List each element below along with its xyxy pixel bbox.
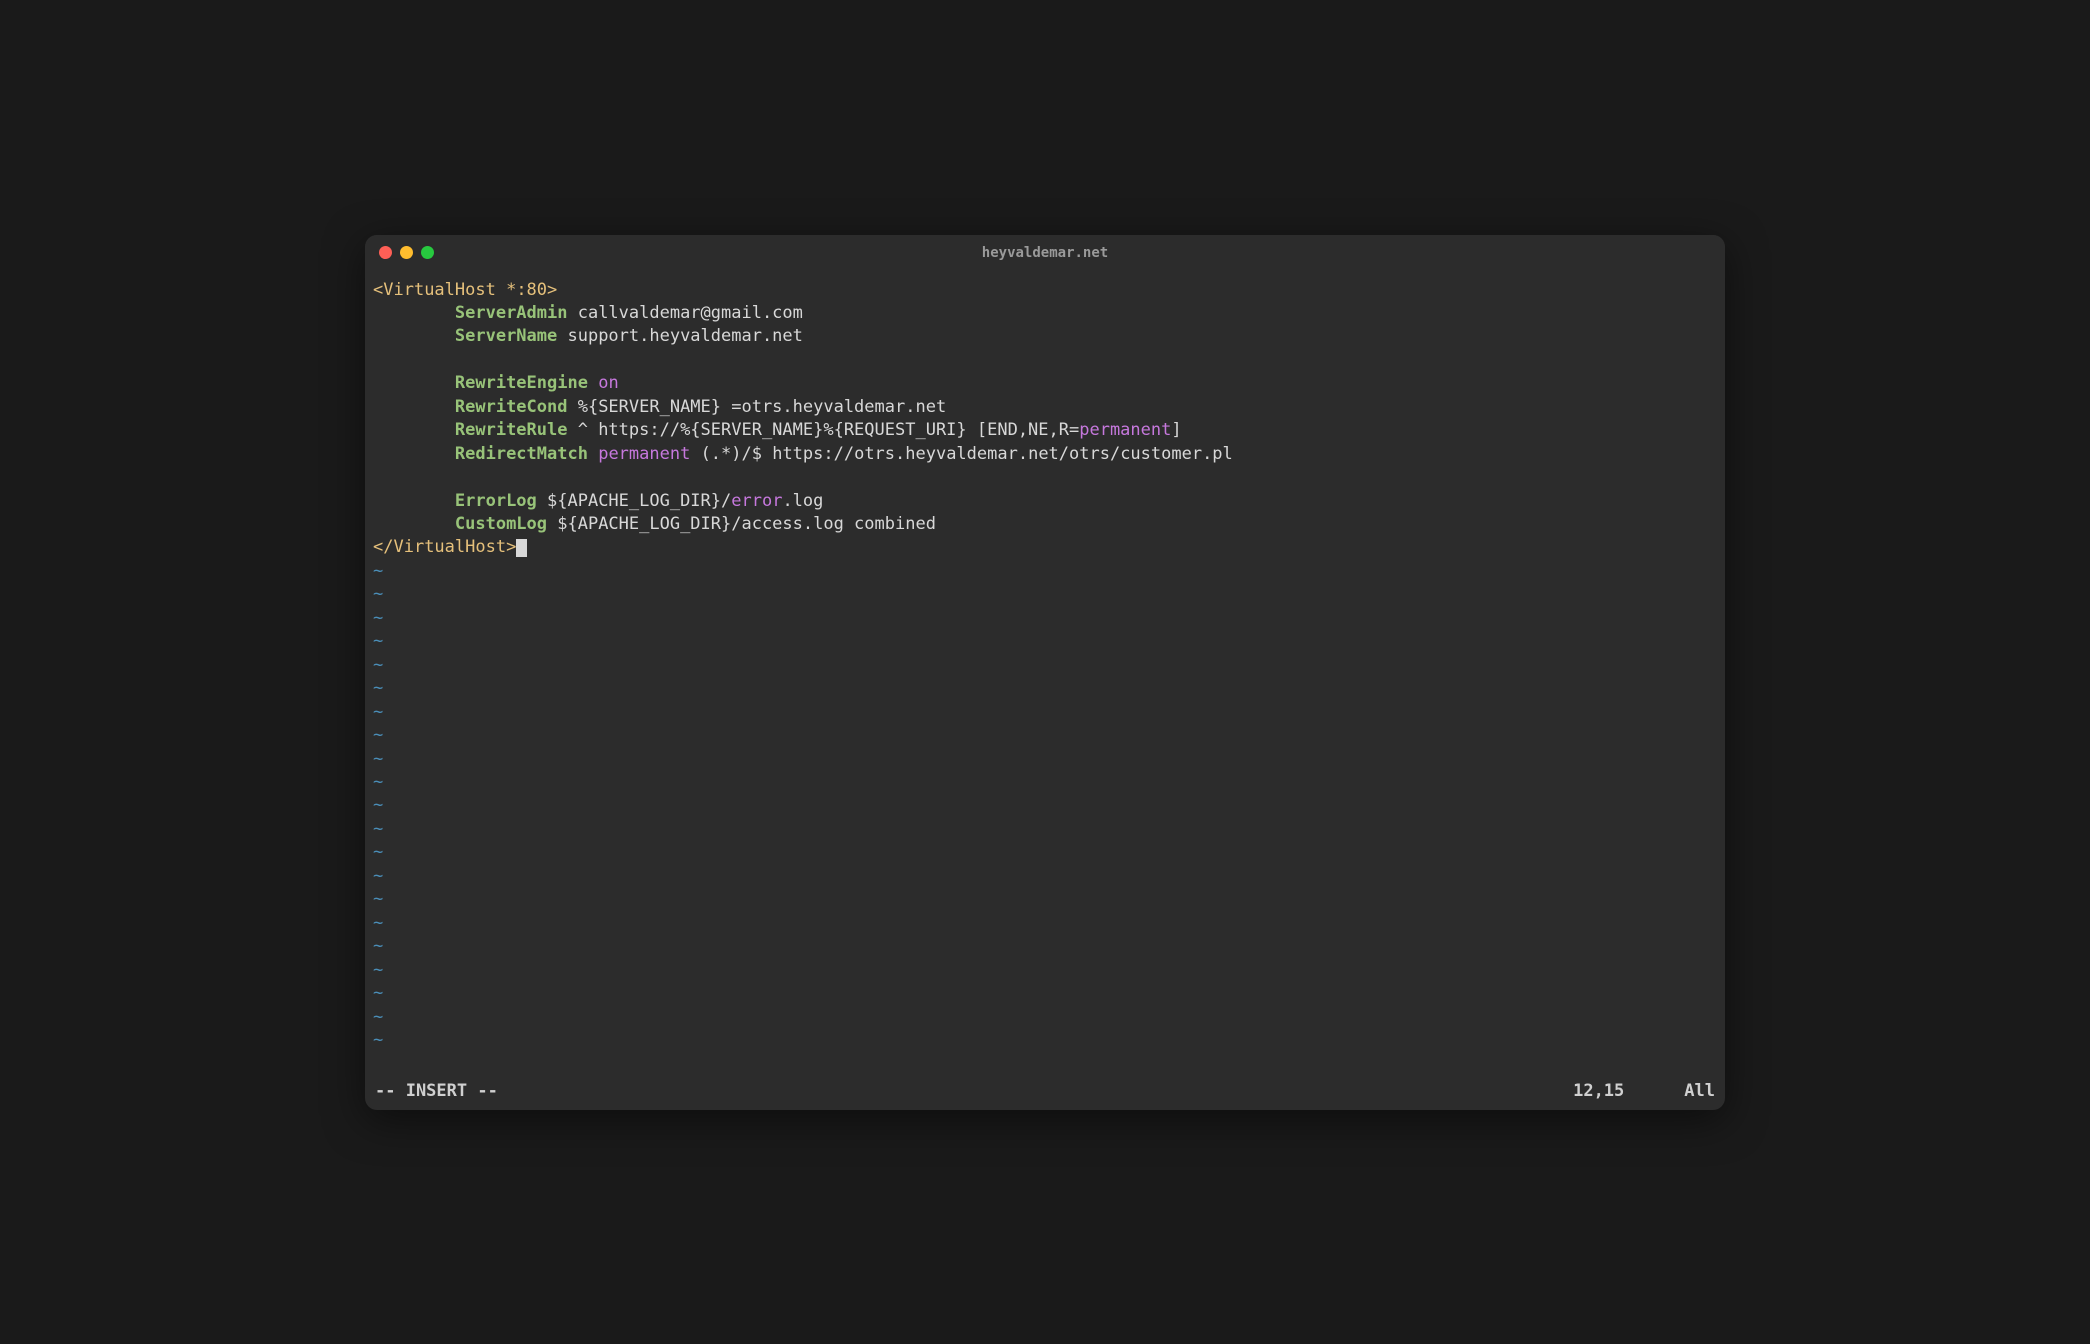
maximize-icon[interactable] (421, 246, 434, 259)
close-icon[interactable] (379, 246, 392, 259)
scroll-indicator: All (1684, 1081, 1715, 1101)
empty-line-tilde: ~ (373, 794, 1717, 817)
empty-line-tilde: ~ (373, 912, 1717, 935)
code-line: ServerAdmin callvaldemar@gmail.com (373, 302, 1717, 325)
code-line: RewriteEngine on (373, 372, 1717, 395)
editor-content[interactable]: <VirtualHost *:80> ServerAdmin callvalde… (365, 271, 1725, 1080)
empty-line-tilde: ~ (373, 748, 1717, 771)
code-segment: ErrorLog (455, 491, 537, 511)
editor-mode: -- INSERT -- (375, 1081, 498, 1101)
code-segment: callvaldemar@gmail.com (567, 303, 802, 323)
code-segment (373, 467, 383, 487)
code-segment (373, 303, 455, 323)
code-line: RewriteCond %{SERVER_NAME} =otrs.heyvald… (373, 396, 1717, 419)
text-cursor (516, 539, 526, 558)
code-segment: RedirectMatch (455, 444, 588, 464)
code-segment: permanent (598, 444, 690, 464)
code-segment: RewriteCond (455, 397, 568, 417)
empty-line-tilde: ~ (373, 1029, 1717, 1052)
code-segment (373, 420, 455, 440)
empty-line-tilde: ~ (373, 583, 1717, 606)
code-segment: VirtualHost (383, 280, 496, 300)
code-segment (373, 397, 455, 417)
code-segment (373, 350, 383, 370)
code-segment: > (506, 537, 516, 557)
empty-line-tilde: ~ (373, 654, 1717, 677)
code-segment (373, 444, 455, 464)
empty-line-tilde: ~ (373, 818, 1717, 841)
code-segment: RewriteRule (455, 420, 568, 440)
code-line: <VirtualHost *:80> (373, 279, 1717, 302)
code-segment: error (731, 491, 782, 511)
empty-line-tilde: ~ (373, 677, 1717, 700)
code-segment: < (373, 280, 383, 300)
code-segment: ${APACHE_LOG_DIR}/ (537, 491, 731, 511)
code-line: ErrorLog ${APACHE_LOG_DIR}/error.log (373, 490, 1717, 513)
empty-line-tilde: ~ (373, 771, 1717, 794)
empty-line-tilde: ~ (373, 607, 1717, 630)
code-segment (373, 326, 455, 346)
empty-line-tilde: ~ (373, 982, 1717, 1005)
code-line: RewriteRule ^ https://%{SERVER_NAME}%{RE… (373, 419, 1717, 442)
code-line: RedirectMatch permanent (.*)/$ https://o… (373, 443, 1717, 466)
status-bar: -- INSERT -- 12,15 All (365, 1080, 1725, 1110)
code-segment: support.heyvaldemar.net (557, 326, 803, 346)
empty-line-tilde: ~ (373, 888, 1717, 911)
cursor-position: 12,15 (1573, 1081, 1624, 1101)
code-segment: > (547, 280, 557, 300)
empty-line-tilde: ~ (373, 560, 1717, 583)
code-segment: ^ https://%{SERVER_NAME}%{REQUEST_URI} [… (567, 420, 1079, 440)
code-segment (588, 373, 598, 393)
code-line (373, 466, 1717, 489)
code-line (373, 349, 1717, 372)
code-segment: ServerName (455, 326, 557, 346)
code-segment: permanent (1079, 420, 1171, 440)
code-segment: ServerAdmin (455, 303, 568, 323)
terminal-window: heyvaldemar.net <VirtualHost *:80> Serve… (365, 235, 1725, 1110)
window-title: heyvaldemar.net (982, 245, 1108, 261)
code-line: ServerName support.heyvaldemar.net (373, 325, 1717, 348)
empty-line-tilde: ~ (373, 841, 1717, 864)
code-segment: *:80 (496, 280, 547, 300)
code-line: CustomLog ${APACHE_LOG_DIR}/access.log c… (373, 513, 1717, 536)
empty-line-tilde: ~ (373, 865, 1717, 888)
code-segment (373, 514, 455, 534)
code-segment: ${APACHE_LOG_DIR}/access.log combined (547, 514, 936, 534)
empty-line-tilde: ~ (373, 1006, 1717, 1029)
empty-line-tilde: ~ (373, 959, 1717, 982)
empty-line-tilde: ~ (373, 935, 1717, 958)
empty-line-tilde: ~ (373, 701, 1717, 724)
code-segment (373, 373, 455, 393)
traffic-lights (379, 246, 434, 259)
code-segment: %{SERVER_NAME} =otrs.heyvaldemar.net (567, 397, 946, 417)
code-segment: CustomLog (455, 514, 547, 534)
code-segment: VirtualHost (393, 537, 506, 557)
code-segment: </ (373, 537, 393, 557)
titlebar: heyvaldemar.net (365, 235, 1725, 271)
code-segment: RewriteEngine (455, 373, 588, 393)
code-segment: ] (1171, 420, 1181, 440)
minimize-icon[interactable] (400, 246, 413, 259)
code-segment: on (598, 373, 618, 393)
code-segment (588, 444, 598, 464)
code-segment: (.*)/$ https://otrs.heyvaldemar.net/otrs… (690, 444, 1232, 464)
code-segment: .log (782, 491, 823, 511)
empty-line-tilde: ~ (373, 630, 1717, 653)
empty-line-tilde: ~ (373, 724, 1717, 747)
code-segment (373, 491, 455, 511)
code-line: </VirtualHost> (373, 536, 1717, 559)
